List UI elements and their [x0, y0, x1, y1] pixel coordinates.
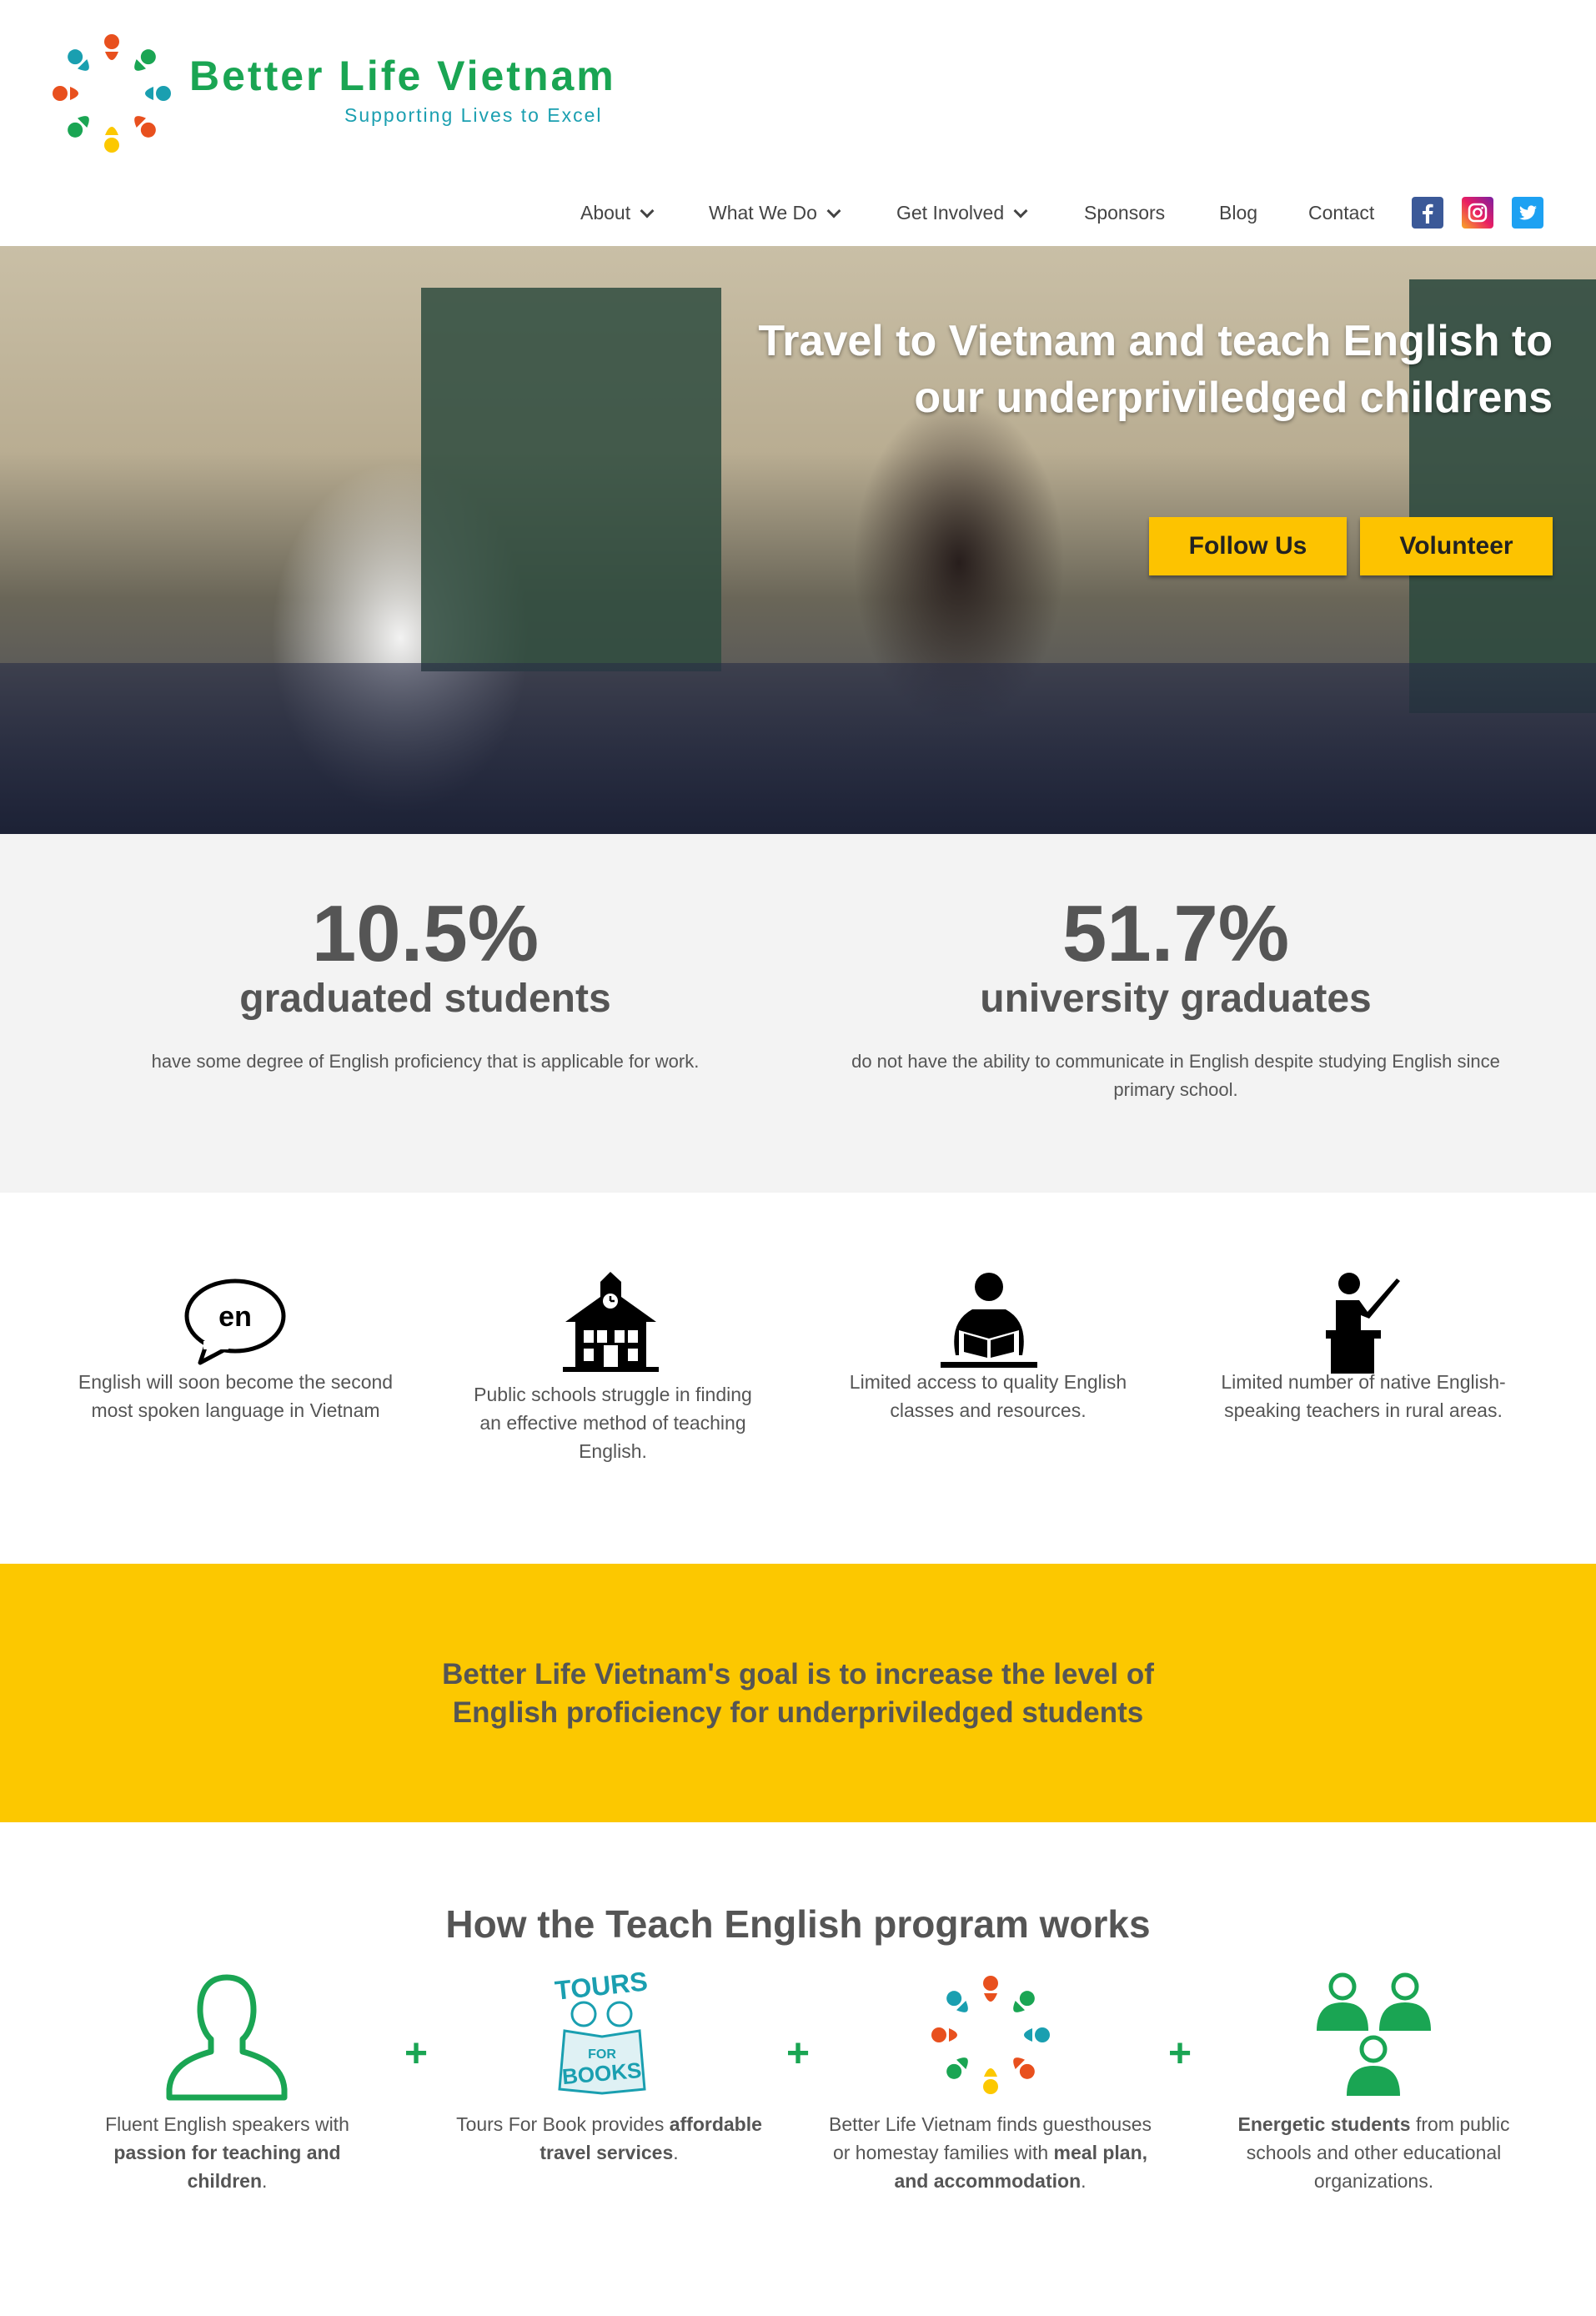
how-step-text-bold: Energetic students	[1237, 2113, 1411, 2135]
how-step-text: Energetic students from public schools a…	[1209, 2110, 1538, 2195]
main-nav: About What We Do Get Involved Sponsors B…	[0, 202, 1596, 235]
goal-statement: Better Life Vietnam's goal is to increas…	[0, 1655, 1596, 1732]
tours-for-books-logo: TOURS FOR BOOKS	[554, 1968, 650, 2095]
stat-block: 10.5% graduated students have some degre…	[75, 892, 775, 1076]
section-title: How the Teach English program works	[445, 1902, 1151, 1946]
plus-icon: +	[786, 2032, 811, 2076]
how-step-text-bold: passion for teaching and children	[113, 2142, 341, 2192]
problem-line: speaking teachers in rural areas.	[1224, 1399, 1503, 1421]
how-step-text: Better Life Vietnam finds guesthouses or…	[821, 2110, 1159, 2195]
nav-item-label: Get Involved	[896, 202, 1005, 224]
nav-item-label: Sponsors	[1084, 202, 1166, 224]
stats-section: 10.5% graduated students have some degre…	[0, 834, 1596, 1193]
hero-title-line: Travel to Vietnam and teach English to	[758, 317, 1553, 365]
hero-title: Travel to Vietnam and teach English to o…	[635, 313, 1553, 426]
how-step-text-plain: .	[262, 2170, 268, 2192]
goal-banner: Better Life Vietnam's goal is to increas…	[0, 1564, 1596, 1822]
students-group-icon	[1317, 1972, 1431, 2096]
nav-item-what-we-do[interactable]: What We Do	[709, 202, 841, 224]
problem-line: English will soon become the second	[78, 1371, 394, 1393]
stat-number: 10.5%	[311, 889, 540, 978]
teacher-icon	[1326, 1273, 1400, 1374]
school-house-icon	[563, 1272, 659, 1372]
problem-line: most spoken language in Vietnam	[91, 1399, 380, 1421]
better-life-logo-icon	[931, 1976, 1050, 2094]
speech-bubble-en-icon: en	[184, 1279, 286, 1365]
nav-item-about[interactable]: About	[580, 202, 655, 224]
stat-description: do not have the ability to communicate i…	[817, 1047, 1534, 1104]
follow-us-button[interactable]: Follow Us	[1149, 517, 1347, 575]
hero-photo-classroom	[0, 663, 1596, 834]
nav-item-label: Blog	[1219, 202, 1258, 224]
problem-line: an effective method of teaching	[479, 1412, 746, 1434]
problem-line: Public schools struggle in finding	[474, 1384, 752, 1405]
stat-label: university graduates	[980, 977, 1372, 1021]
nav-item-get-involved[interactable]: Get Involved	[896, 202, 1028, 224]
chevron-down-icon	[826, 203, 841, 218]
problem-text: English will soon become the second most…	[58, 1368, 413, 1424]
problem-text: Limited access to quality English classe…	[826, 1368, 1151, 1424]
how-step-text-plain: Tours For Book provides	[456, 2113, 670, 2135]
how-step-text-plain: Fluent English speakers with	[105, 2113, 349, 2135]
how-step-text-plain: .	[1081, 2170, 1087, 2192]
person-outline-icon	[166, 1974, 288, 2101]
how-it-works-section: How the Teach English program works + TO…	[0, 1822, 1596, 2316]
plus-icon: +	[404, 2032, 429, 2076]
stat-label: graduated students	[239, 977, 611, 1021]
problem-line: Limited number of native English-	[1221, 1371, 1506, 1393]
facebook-icon[interactable]	[1412, 197, 1443, 229]
nav-item-label: About	[580, 202, 631, 224]
nav-item-blog[interactable]: Blog	[1219, 202, 1257, 224]
plus-icon: +	[1168, 2032, 1192, 2076]
goal-line: Better Life Vietnam's goal is to increas…	[442, 1658, 1154, 1691]
chevron-down-icon	[1013, 203, 1028, 218]
how-step-text-plain: .	[673, 2142, 679, 2163]
problem-line: classes and resources.	[890, 1399, 1087, 1421]
stat-number: 51.7%	[1061, 889, 1290, 978]
stat-description-line: do not have the ability to communicate i…	[851, 1051, 1500, 1072]
stat-description: have some degree of English proficiency …	[151, 1051, 700, 1072]
better-life-logo-icon[interactable]	[45, 27, 178, 160]
how-step-text: Fluent English speakers with passion for…	[79, 2110, 375, 2195]
nav-item-contact[interactable]: Contact	[1308, 202, 1374, 224]
speech-bubble-text: en	[218, 1301, 252, 1333]
stat-description-line: primary school.	[1113, 1079, 1238, 1100]
goal-line: English proficiency for underpriviledged…	[452, 1696, 1144, 1729]
brand-tagline: Supporting Lives to Excel	[344, 104, 603, 126]
how-step-text: Tours For Book provides affordable trave…	[440, 2110, 778, 2167]
problem-text: Limited number of native English- speaki…	[1201, 1368, 1526, 1424]
problem-text: Public schools struggle in finding an ef…	[454, 1380, 771, 1465]
tours-logo-text: TOURS	[554, 1968, 650, 2006]
stat-block: 51.7% university graduates do not have t…	[817, 892, 1534, 1104]
nav-item-label: Contact	[1308, 202, 1375, 224]
site-header: Better Life Vietnam Supporting Lives to …	[0, 0, 1596, 246]
hero-title-line: our underpriviledged childrens	[914, 374, 1553, 422]
reader-icon	[941, 1273, 1037, 1368]
nav-item-label: What We Do	[709, 202, 817, 224]
problems-section: en English will soon become the second m…	[0, 1193, 1596, 1564]
chevron-down-icon	[640, 203, 655, 218]
volunteer-button[interactable]: Volunteer	[1360, 517, 1553, 575]
instagram-icon[interactable]	[1462, 197, 1493, 229]
brand-name[interactable]: Better Life Vietnam	[189, 52, 616, 100]
problem-line: English.	[579, 1440, 647, 1462]
twitter-icon[interactable]	[1512, 197, 1543, 229]
hero-banner: Travel to Vietnam and teach English to o…	[0, 246, 1596, 834]
problem-line: Limited access to quality English	[849, 1371, 1127, 1393]
nav-item-sponsors[interactable]: Sponsors	[1084, 202, 1165, 224]
